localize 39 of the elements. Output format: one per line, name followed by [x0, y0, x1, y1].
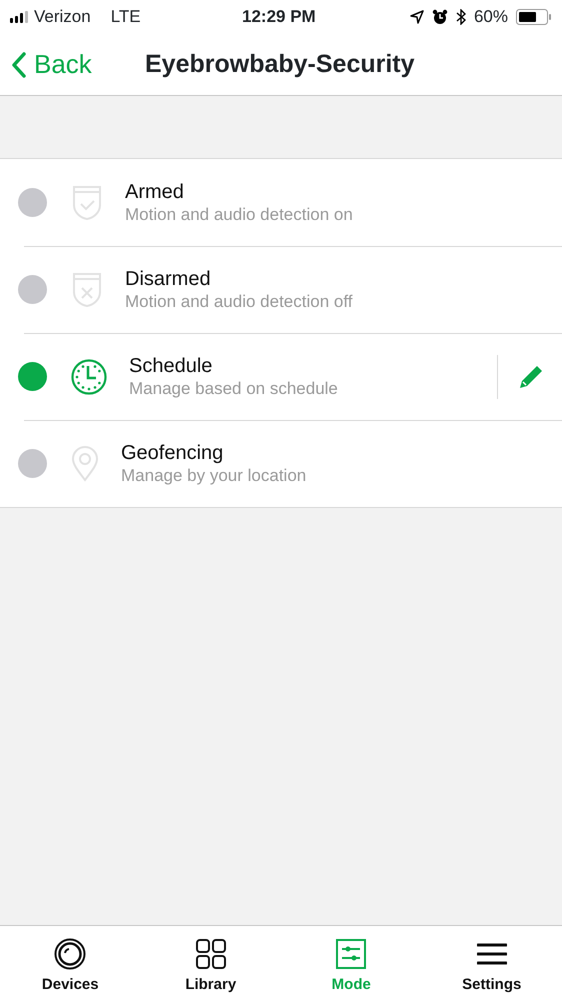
radio-dot[interactable]	[18, 275, 47, 304]
camera-lens-icon	[54, 938, 86, 970]
grid-icon	[196, 939, 226, 969]
radio-dot[interactable]	[18, 362, 47, 391]
network-type: LTE	[110, 6, 141, 28]
screen-title: Eyebrowbaby-Security	[145, 49, 415, 80]
shield-x-icon	[71, 272, 103, 308]
shield-check-icon	[71, 184, 103, 220]
chevron-left-icon	[12, 52, 26, 78]
mode-title: Armed	[125, 180, 185, 204]
tab-bar-item[interactable]: Devices	[0, 926, 140, 999]
battery-percent: 60%	[474, 6, 508, 28]
pencil-icon	[518, 364, 544, 390]
battery-icon	[516, 9, 552, 25]
mode-description: Manage based on schedule	[129, 378, 339, 400]
tab-bar-item[interactable]: Settings	[422, 926, 562, 999]
carrier-name: Verizon	[34, 6, 91, 28]
map-pin-icon	[71, 446, 99, 482]
mode-description: Motion and audio detection off	[125, 290, 354, 312]
menu-icon	[476, 942, 507, 966]
sliders-icon	[336, 939, 366, 969]
tab-bar-item[interactable]: Library	[140, 926, 281, 999]
mode-title: Disarmed	[125, 266, 212, 291]
clock-icon	[71, 358, 107, 394]
mode-title: Geofencing	[121, 440, 224, 465]
clock-time: 12:29 PM	[242, 6, 316, 28]
bluetooth-icon	[456, 9, 466, 25]
mode-title: Schedule	[129, 354, 214, 378]
location-arrow-icon	[410, 10, 424, 24]
radio-dot[interactable]	[18, 449, 47, 478]
mode-row[interactable]: Geofencing Manage by your location	[0, 420, 562, 507]
alarm-clock-icon	[432, 9, 448, 25]
mode-description: Motion and audio detection on	[125, 204, 354, 226]
radio-dot[interactable]	[18, 188, 47, 217]
mode-row[interactable]: Schedule Manage based on schedule	[0, 333, 562, 420]
mode-row[interactable]: Armed Motion and audio detection on	[0, 159, 562, 246]
mode-description: Manage by your location	[121, 464, 308, 486]
signal-icon	[10, 11, 30, 23]
mode-row[interactable]: Disarmed Motion and audio detection off	[0, 246, 562, 333]
